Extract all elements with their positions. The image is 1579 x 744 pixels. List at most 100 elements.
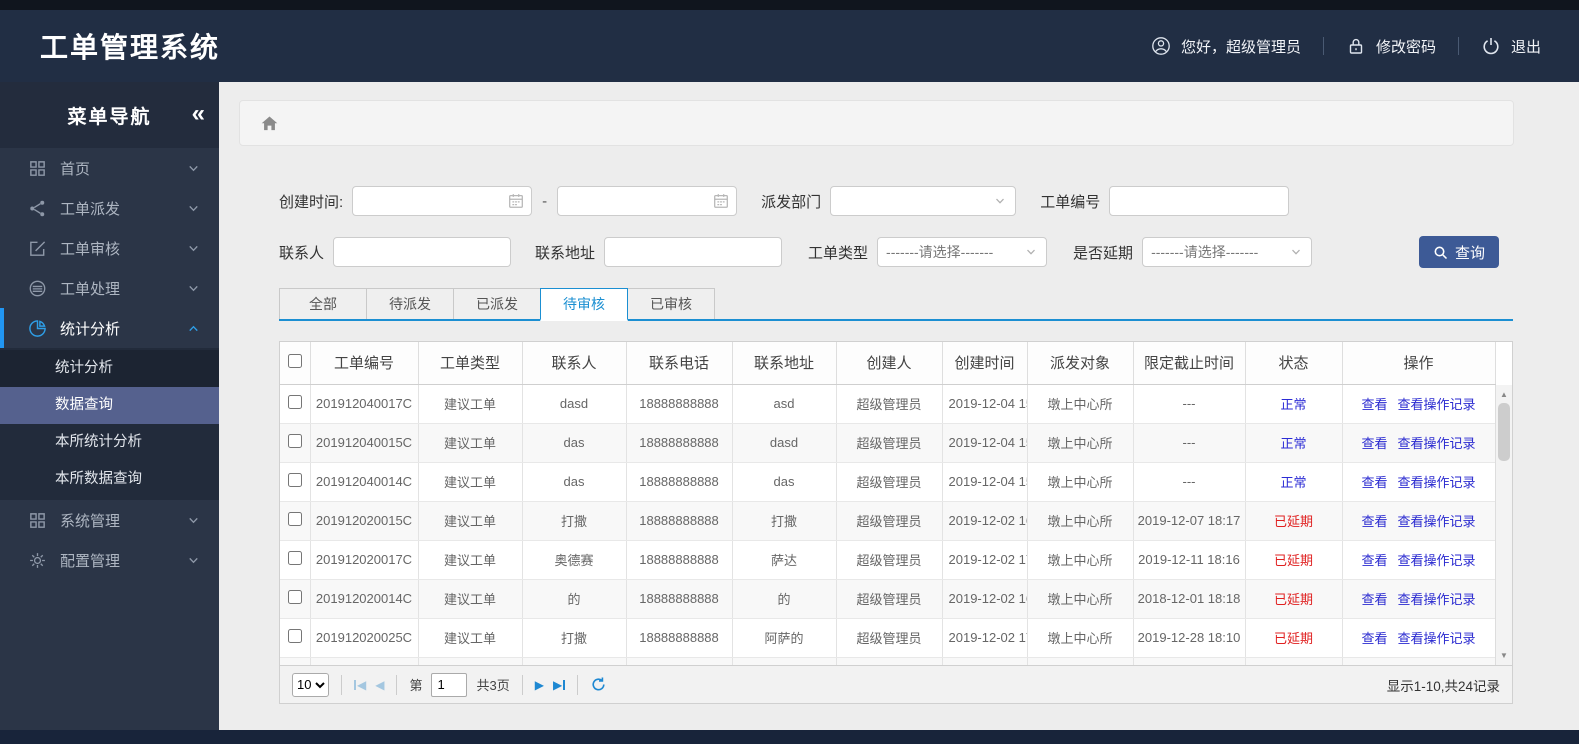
user-greeting[interactable]: 您好，超级管理员 — [1151, 36, 1301, 57]
sidebar-item-order-review[interactable]: 工单审核 — [0, 228, 219, 268]
sidebar: 菜单导航 « 首页 工单派发 工单审核 工单处理 统计分析 统计分析 数据查询 本所统计分析本… — [0, 82, 219, 730]
cell-created-at: 2019-12-02 17 — [942, 618, 1028, 658]
created-to-input[interactable] — [557, 186, 738, 216]
cell-phone: 18888888888 — [626, 423, 733, 463]
last-page-button[interactable]: ▶ — [553, 678, 566, 692]
row-checkbox[interactable] — [287, 629, 302, 643]
scroll-up-arrow-icon[interactable]: ▲ — [1496, 387, 1512, 402]
cell-creator: 超级管理员 — [836, 501, 943, 541]
cell-created-at: 2019-12-02 16 — [942, 501, 1028, 541]
main-content: 创建时间: - 派发部门 工单编号 联系人 联系地址 工单类型 -------请… — [219, 82, 1579, 730]
sidebar-subitem-office-data-query[interactable]: 本所数据查询 — [0, 461, 219, 498]
view-link[interactable]: 查看 — [1361, 475, 1387, 490]
view-log-link[interactable]: 查看操作记录 — [1398, 475, 1476, 490]
cell-deadline: 2019-12-11 18:16 — [1133, 540, 1246, 580]
view-link[interactable]: 查看 — [1361, 436, 1387, 451]
page-size-select[interactable]: 10 — [292, 672, 329, 697]
greeting-text: 您好，超级管理员 — [1180, 38, 1301, 56]
tab-1[interactable]: 待派发 — [366, 288, 454, 319]
cell-creator: 超级管理员 — [836, 618, 943, 658]
view-log-link[interactable]: 查看操作记录 — [1398, 592, 1476, 607]
cell-order-type: 建议工单 — [418, 423, 523, 463]
person-icon — [1151, 36, 1171, 56]
sidebar-item-stats-analysis[interactable]: 统计分析 — [0, 308, 219, 348]
calendar-icon[interactable] — [507, 192, 525, 210]
select-all-checkbox[interactable] — [287, 353, 302, 368]
view-log-link[interactable]: 查看操作记录 — [1398, 631, 1476, 646]
pager-divider — [341, 674, 342, 695]
tab-4[interactable]: 已审核 — [627, 288, 715, 319]
address-input[interactable] — [604, 237, 783, 267]
first-page-button[interactable]: ◀ — [354, 678, 366, 692]
home-icon[interactable] — [260, 114, 279, 133]
cell-empty — [1027, 657, 1134, 665]
row-checkbox-cell — [280, 501, 311, 541]
sidebar-subitem-stats-analysis-sub[interactable]: 统计分析 — [0, 350, 219, 387]
cell-target: 墩上中心所 — [1027, 462, 1134, 502]
cell-created-at: 2019-12-04 15 — [942, 384, 1028, 424]
tab-0[interactable]: 全部 — [279, 288, 367, 319]
page-input[interactable] — [431, 672, 468, 697]
calendar-icon[interactable] — [712, 192, 730, 210]
row-checkbox-cell — [280, 462, 311, 502]
view-link[interactable]: 查看 — [1361, 631, 1387, 646]
tab-2[interactable]: 已派发 — [453, 288, 541, 319]
cell-empty — [626, 657, 733, 665]
row-checkbox-cell — [280, 423, 311, 463]
row-checkbox[interactable] — [287, 395, 302, 409]
view-link[interactable]: 查看 — [1361, 592, 1387, 607]
delayed-label: 是否延期 — [1073, 244, 1134, 262]
view-link[interactable]: 查看 — [1361, 397, 1387, 412]
row-checkbox[interactable] — [287, 512, 302, 526]
row-checkbox[interactable] — [287, 473, 302, 487]
page-prefix-label: 第 — [409, 678, 423, 693]
vertical-scrollbar[interactable]: ▲ ▼ — [1495, 385, 1512, 665]
scroll-down-arrow-icon[interactable]: ▼ — [1496, 648, 1512, 663]
view-link[interactable]: 查看 — [1361, 514, 1387, 529]
sidebar-item-order-process[interactable]: 工单处理 — [0, 268, 219, 308]
logout-button[interactable]: 退出 — [1481, 36, 1541, 57]
delayed-select[interactable]: -------请选择------- — [1142, 237, 1313, 267]
top-strip — [0, 0, 1579, 10]
created-time-label: 创建时间: — [279, 193, 344, 211]
cell-actions: 查看 查看操作记录 — [1342, 618, 1496, 658]
sidebar-collapse-icon[interactable]: « — [192, 100, 205, 128]
cell-status: 已延期 — [1245, 501, 1343, 541]
view-log-link[interactable]: 查看操作记录 — [1398, 397, 1476, 412]
sidebar-item-label: 工单派发 — [60, 200, 121, 218]
edit-icon — [28, 239, 47, 258]
view-log-link[interactable]: 查看操作记录 — [1398, 514, 1476, 529]
lock-icon — [1346, 36, 1366, 56]
sidebar-item-config-manage[interactable]: 配置管理 — [0, 540, 219, 580]
sidebar-item-order-dispatch[interactable]: 工单派发 — [0, 188, 219, 228]
orders-table: 工单编号 工单类型 联系人 联系电话 联系地址 创建人 创建时间 派发对象 限定截止时间 状态 操作… — [280, 342, 1496, 665]
search-button[interactable]: 查询 — [1419, 236, 1499, 268]
column-header: 联系地址 — [732, 342, 837, 385]
contact-input[interactable] — [333, 237, 512, 267]
cell-contact: dasd — [522, 384, 627, 424]
view-log-link[interactable]: 查看操作记录 — [1398, 436, 1476, 451]
view-link[interactable]: 查看 — [1361, 553, 1387, 568]
tab-3[interactable]: 待审核 — [540, 288, 628, 321]
refresh-icon[interactable] — [590, 676, 607, 693]
sidebar-subitem-data-query[interactable]: 数据查询 — [0, 387, 219, 424]
sidebar-item-home[interactable]: 首页 — [0, 148, 219, 188]
row-checkbox[interactable] — [287, 551, 302, 565]
created-from-input[interactable] — [352, 186, 533, 216]
cell-status: 已延期 — [1245, 579, 1343, 619]
sidebar-item-system-manage[interactable]: 系统管理 — [0, 500, 219, 540]
view-log-link[interactable]: 查看操作记录 — [1398, 553, 1476, 568]
row-checkbox[interactable] — [287, 590, 302, 604]
sidebar-subitem-office-stats-analysis[interactable]: 本所统计分析 — [0, 424, 219, 461]
change-password-button[interactable]: 修改密码 — [1346, 36, 1436, 57]
cell-address: 打撒 — [732, 501, 837, 541]
dispatch-dept-select[interactable] — [830, 186, 1017, 216]
scrollbar-thumb[interactable] — [1498, 403, 1510, 461]
order-no-input[interactable] — [1109, 186, 1290, 216]
order-type-select[interactable]: -------请选择------- — [877, 237, 1048, 267]
cell-empty — [1133, 657, 1246, 665]
next-page-button[interactable]: ▶ — [535, 678, 544, 692]
sidebar-item-label: 首页 — [60, 160, 91, 178]
row-checkbox[interactable] — [287, 434, 302, 448]
prev-page-button[interactable]: ◀ — [375, 678, 384, 692]
